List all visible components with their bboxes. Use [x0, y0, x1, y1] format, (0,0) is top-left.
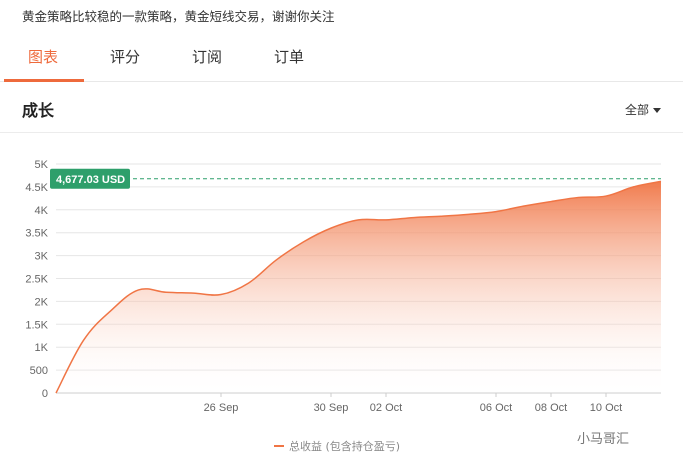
- watermark: 小马哥汇: [577, 428, 629, 447]
- legend-label: 总收益 (包含持仓盈亏): [289, 439, 400, 453]
- x-tick-label: 08 Oct: [535, 402, 567, 414]
- x-tick-label: 06 Oct: [480, 402, 512, 414]
- x-tick-label: 10 Oct: [590, 402, 622, 414]
- watermark-label: 小马哥汇: [577, 432, 630, 447]
- x-axis: 26 Sep 30 Sep 02 Oct 06 Oct 08 Oct 10 Oct: [204, 393, 622, 414]
- active-tab-indicator: [4, 79, 84, 82]
- last-value-badge: 4,677.03 USD: [50, 168, 130, 189]
- tab-chart[interactable]: 图表: [28, 46, 58, 67]
- growth-chart: 0 500 1K 1.5K 2K 2.5K 3K 3.5K 4K 4.5K 5K 26 Sep 30 …: [25, 159, 662, 453]
- tab-orders[interactable]: 订单: [274, 46, 304, 67]
- equity-area: [56, 181, 661, 393]
- y-tick-label: 4K: [35, 205, 49, 217]
- y-tick-label: 1.5K: [25, 319, 48, 331]
- tab-bar: 图表 评分 订阅 订单: [0, 34, 683, 82]
- y-tick-label: 2.5K: [25, 274, 48, 286]
- y-tick-label: 2K: [35, 296, 49, 308]
- y-tick-label: 0: [42, 388, 48, 400]
- caret-down-icon: [653, 108, 661, 113]
- y-tick-label: 3K: [35, 251, 49, 263]
- tab-rating[interactable]: 评分: [110, 46, 140, 67]
- growth-section-header: 成长 全部: [0, 83, 683, 133]
- x-tick-label: 30 Sep: [314, 402, 349, 414]
- range-dropdown[interactable]: 全部: [625, 101, 661, 118]
- y-tick-label: 4.5K: [25, 182, 48, 194]
- x-tick-label: 02 Oct: [370, 402, 402, 414]
- y-tick-label: 5K: [35, 159, 49, 171]
- section-title: 成长: [22, 101, 55, 120]
- y-tick-label: 1K: [35, 342, 49, 354]
- range-dropdown-label: 全部: [624, 103, 649, 117]
- y-tick-label: 500: [30, 365, 48, 377]
- y-tick-label: 3.5K: [25, 228, 48, 240]
- chart-legend: 总收益 (包含持仓盈亏): [274, 439, 400, 453]
- tab-subscribe[interactable]: 订阅: [192, 46, 222, 67]
- strategy-description: 黄金策略比较稳的一款策略，黄金短线交易，谢谢你关注: [22, 9, 335, 24]
- last-value-label: 4,677.03 USD: [56, 174, 125, 186]
- x-tick-label: 26 Sep: [204, 402, 239, 414]
- y-axis: 0 500 1K 1.5K 2K 2.5K 3K 3.5K 4K 4.5K 5K: [25, 159, 48, 400]
